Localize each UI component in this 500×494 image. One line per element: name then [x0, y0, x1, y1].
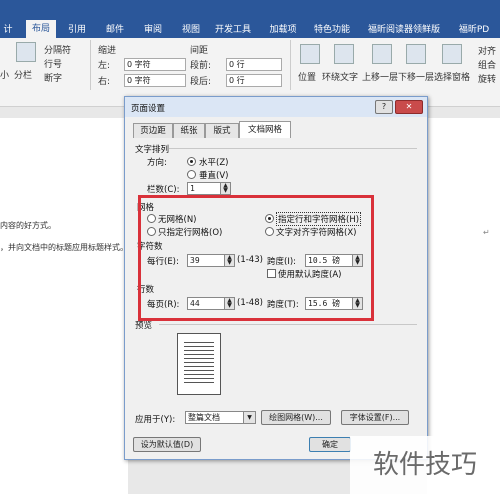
tab-foxit-reader[interactable]: 福昕阅读器领鲜版 — [364, 22, 444, 38]
indent-right-input[interactable]: 0 字符 — [124, 74, 186, 87]
selection-pane-icon — [442, 44, 462, 64]
align-button[interactable]: 对齐 — [478, 44, 496, 57]
tab-design[interactable]: 计 — [0, 22, 16, 38]
columns-input[interactable]: 1 — [187, 182, 221, 195]
tab-layout[interactable]: 布局 — [26, 20, 56, 38]
send-backward-button[interactable]: 下移一层 — [398, 70, 434, 83]
group-button[interactable]: 组合 — [478, 58, 496, 71]
columns-spinner[interactable]: ▲ ▼ — [220, 182, 231, 195]
chevron-down-icon[interactable]: ▼ — [243, 411, 256, 424]
tab-paper[interactable]: 纸张 — [173, 123, 205, 138]
close-button[interactable]: ✕ — [395, 100, 423, 114]
line-numbers-button[interactable]: 行号 — [44, 57, 62, 70]
columns-label: 栏数(C): — [147, 185, 180, 195]
spacing-after-input[interactable]: 0 行 — [226, 74, 282, 87]
preview-lines — [184, 342, 214, 384]
indent-left-label: 左: — [98, 61, 111, 71]
horizontal-radio[interactable] — [187, 157, 196, 166]
draw-grid-button[interactable]: 绘图网格(W)... — [261, 410, 331, 425]
send-backward-icon — [406, 44, 426, 64]
doc-line-1: 内容的好方式。 — [0, 221, 56, 230]
divider — [290, 40, 291, 90]
apply-to-select[interactable]: 整篇文档 — [185, 411, 247, 424]
apply-to-label: 应用于(Y): — [135, 415, 176, 425]
spacing-before-input[interactable]: 0 行 — [226, 58, 282, 71]
columns-icon — [16, 42, 36, 62]
breaks-button[interactable]: 分隔符 — [44, 43, 71, 56]
indent-right-label: 右: — [98, 77, 111, 87]
indent-header: 缩进 — [98, 46, 117, 56]
bring-forward-icon — [372, 44, 392, 64]
tab-layout[interactable]: 版式 — [205, 123, 239, 138]
ribbon-tab-bar: 计 布局 引用 邮件 审阅 视图 开发工具 加载项 特色功能 福昕阅读器领鲜版 … — [0, 0, 500, 38]
set-default-button[interactable]: 设为默认值(D) — [133, 437, 201, 452]
columns-button[interactable]: 分栏 — [14, 68, 32, 81]
dialog-title: 页面设置 — [131, 104, 166, 114]
wrap-text-icon — [334, 44, 354, 64]
wrap-text-button[interactable]: 环绕文字 — [322, 70, 358, 83]
tab-view[interactable]: 视图 — [178, 22, 204, 38]
font-settings-button[interactable]: 字体设置(F)... — [341, 410, 409, 425]
hyphenation-button[interactable]: 断字 — [44, 71, 62, 84]
position-button[interactable]: 位置 — [298, 70, 316, 83]
highlight-box — [138, 195, 374, 321]
group-divider — [159, 324, 417, 325]
help-button[interactable]: ? — [375, 100, 393, 114]
vertical-radio[interactable] — [187, 170, 196, 179]
spacing-header: 间距 — [190, 46, 209, 56]
doc-line-2: ，并向文档中的标题应用标题样式。 — [0, 243, 128, 252]
paragraph-mark-icon: ↵ — [483, 228, 490, 237]
horizontal-label: 水平(Z) — [199, 158, 229, 168]
text-direction-header: 文字排列 — [135, 145, 170, 155]
page-preview — [177, 333, 221, 395]
tab-margins[interactable]: 页边距 — [133, 123, 173, 138]
group-divider — [169, 148, 417, 149]
spacing-before-label: 段前: — [190, 61, 212, 71]
tab-review[interactable]: 审阅 — [140, 22, 166, 38]
tab-references[interactable]: 引用 — [64, 22, 90, 38]
ok-button[interactable]: 确定 — [309, 437, 351, 452]
indent-left-input[interactable]: 0 字符 — [124, 58, 186, 71]
bring-forward-button[interactable]: 上移一层 — [362, 70, 398, 83]
position-icon — [300, 44, 320, 64]
divider — [90, 40, 91, 90]
tab-document-grid[interactable]: 文档网格 — [239, 121, 291, 138]
selection-pane-button[interactable]: 选择窗格 — [434, 70, 470, 83]
tab-developer[interactable]: 开发工具 — [212, 22, 254, 38]
tab-features[interactable]: 特色功能 — [310, 22, 354, 38]
size-button[interactable]: 小 — [0, 68, 9, 81]
direction-label: 方向: — [147, 158, 167, 168]
tab-mailings[interactable]: 邮件 — [102, 22, 128, 38]
vertical-label: 垂直(V) — [199, 171, 229, 181]
dialog-title-bar: 页面设置 ? ✕ — [125, 97, 427, 117]
rotate-button[interactable]: 旋转 — [478, 72, 496, 85]
tab-addins[interactable]: 加载项 — [266, 22, 300, 38]
tab-foxit-pdf[interactable]: 福昕PD — [452, 22, 496, 38]
watermark-text: 软件技巧 — [350, 436, 500, 494]
spacing-after-label: 段后: — [190, 77, 212, 87]
document-page[interactable]: 内容的好方式。 ，并向文档中的标题应用标题样式。 — [0, 118, 128, 494]
